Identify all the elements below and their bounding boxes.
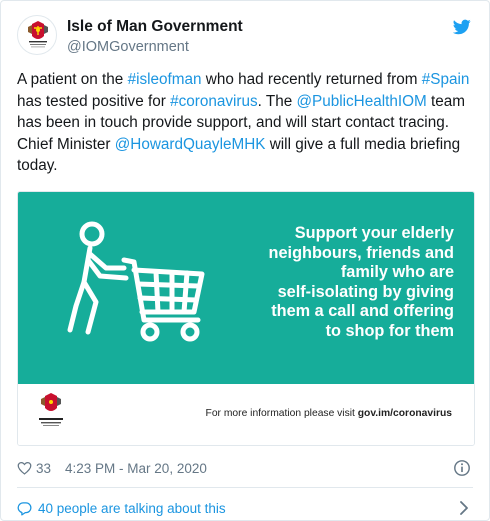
twitter-bird-icon[interactable] (453, 19, 471, 35)
promo-line: to shop for them (325, 321, 454, 340)
promo-banner: Support your elderly neighbours, friends … (18, 192, 474, 384)
tweet-header: Isle of Man Government @IOMGovernment (17, 13, 473, 57)
isle-of-man-crest-icon (28, 21, 48, 48)
chevron-right-icon[interactable] (459, 500, 469, 516)
info-prefix: For more information please visit (205, 408, 358, 419)
tweet-text-segment: who had recently returned from (201, 71, 422, 88)
like-count[interactable]: 33 (36, 461, 51, 476)
divider (17, 487, 473, 488)
tweet-link[interactable]: @HowardQuayleMHK (115, 136, 266, 153)
avatar[interactable] (17, 15, 57, 55)
tweet-meta: 33 4:23 PM - Mar 20, 2020 (17, 458, 473, 478)
promo-line: neighbours, friends and (268, 243, 454, 262)
tweet-link[interactable]: #coronavirus (170, 93, 258, 110)
info-url: gov.im/coronavirus (357, 408, 452, 419)
tweet-media[interactable]: Support your elderly neighbours, friends … (17, 191, 475, 446)
account-handle[interactable]: @IOMGovernment (67, 38, 243, 57)
tweet-link[interactable]: #isleofman (128, 71, 202, 88)
promo-line: Support your elderly (294, 224, 454, 242)
tweet-link[interactable]: #Spain (422, 71, 470, 88)
tweet-text-segment: A patient on the (17, 71, 128, 88)
promo-message: Support your elderly neighbours, friends … (214, 224, 454, 341)
promo-line: family who are (340, 263, 454, 281)
tweet-text-segment: has tested positive for (17, 92, 171, 110)
tweet-text-segment: . The (257, 92, 297, 110)
government-logo-icon (39, 393, 63, 426)
heart-icon[interactable] (17, 461, 32, 475)
info-line: For more information please visit gov.im… (206, 408, 452, 419)
media-footer: For more information please visit gov.im… (18, 384, 474, 445)
timestamp[interactable]: 4:23 PM - Mar 20, 2020 (65, 461, 207, 476)
tweet-text: A patient on the #isleofman who had rece… (17, 69, 477, 177)
promo-line: them a call and offering (271, 302, 454, 320)
info-icon[interactable] (453, 459, 471, 477)
conversation-count: 40 people are talking about this (38, 500, 226, 516)
conversation-link[interactable]: 40 people are talking about this (17, 498, 473, 518)
display-name[interactable]: Isle of Man Government (67, 17, 243, 36)
tweet-link[interactable]: @PublicHealthIOM (296, 93, 426, 110)
reply-bubble-icon (17, 501, 32, 516)
tweet-card: Isle of Man Government @IOMGovernment A … (0, 0, 490, 521)
person-with-shopping-cart-icon (67, 221, 205, 342)
account-names: Isle of Man Government @IOMGovernment (67, 17, 243, 57)
promo-line: self-isolating by giving (277, 282, 454, 301)
